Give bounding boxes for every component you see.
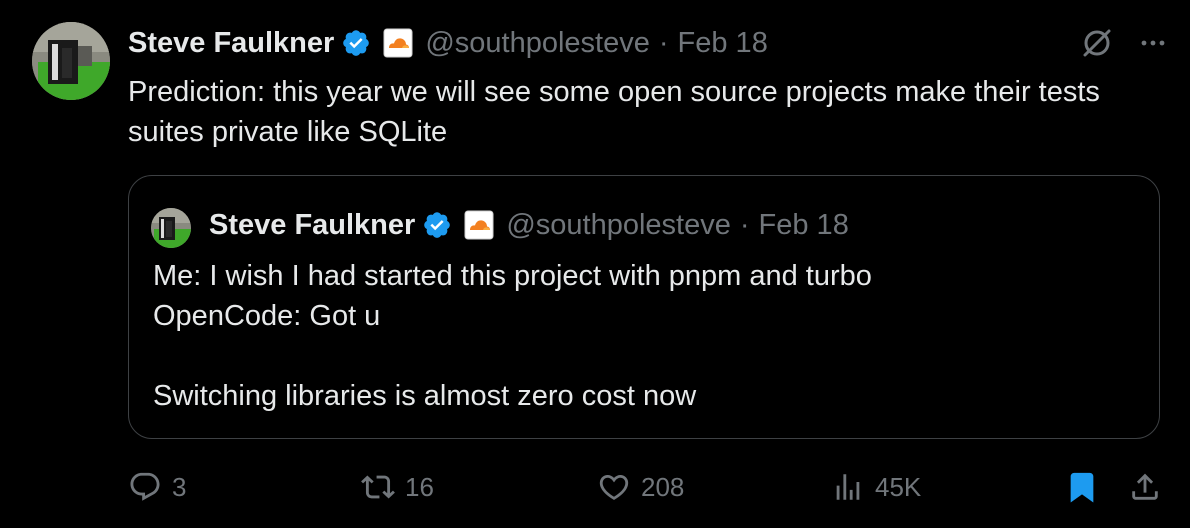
bookmark-filled-icon <box>1065 470 1099 504</box>
quoted-tweet[interactable]: Steve Faulkner @southpolesteve · Feb 18 … <box>128 175 1160 439</box>
views-chart-icon <box>831 470 865 504</box>
tweet[interactable]: Steve Faulkner @southpolesteve · Feb 18 <box>0 0 1190 528</box>
author-name[interactable]: Steve Faulkner <box>128 27 334 60</box>
tweet-header: Steve Faulkner @southpolesteve · Feb 18 <box>128 22 768 64</box>
tweet-date[interactable]: Feb 18 <box>678 27 768 60</box>
share-icon <box>1128 470 1162 504</box>
more-icon[interactable] <box>1138 28 1168 58</box>
repost-icon <box>361 470 395 504</box>
like-count: 208 <box>641 471 685 502</box>
views-count: 45K <box>875 471 922 502</box>
tweet-text: Prediction: this year we will see some o… <box>128 76 1100 148</box>
repost-button[interactable]: 16 <box>361 466 434 508</box>
reply-count: 3 <box>172 471 187 502</box>
quoted-avatar[interactable] <box>151 208 191 248</box>
grok-icon[interactable] <box>1080 26 1114 60</box>
quoted-cloudflare-logo[interactable] <box>464 210 494 240</box>
separator-dot: · <box>658 26 669 59</box>
quoted-author-handle[interactable]: @southpolesteve <box>506 209 731 242</box>
reply-button[interactable]: 3 <box>128 466 186 508</box>
repost-count: 16 <box>405 471 434 502</box>
bookmark-button[interactable] <box>1065 466 1099 508</box>
author-handle[interactable]: @southpolesteve <box>425 27 650 60</box>
tweet-top-actions <box>1080 22 1168 64</box>
quoted-verified-badge-icon[interactable] <box>422 210 452 240</box>
cloudflare-logo[interactable] <box>383 28 413 58</box>
action-bar: 3 16 208 45K <box>128 466 1170 508</box>
avatar[interactable] <box>32 22 110 100</box>
share-button[interactable] <box>1128 466 1162 508</box>
quoted-author-name[interactable]: Steve Faulkner <box>209 209 415 242</box>
quoted-header: Steve Faulkner @southpolesteve · Feb 18 <box>209 204 849 246</box>
heart-icon <box>597 470 631 504</box>
quoted-separator-dot: · <box>739 208 750 241</box>
quoted-text: Me: I wish I had started this project wi… <box>153 260 872 412</box>
quoted-date[interactable]: Feb 18 <box>759 209 849 242</box>
verified-badge-icon[interactable] <box>341 28 371 58</box>
views-button[interactable]: 45K <box>831 466 921 508</box>
reply-icon <box>128 470 162 504</box>
like-button[interactable]: 208 <box>597 466 684 508</box>
